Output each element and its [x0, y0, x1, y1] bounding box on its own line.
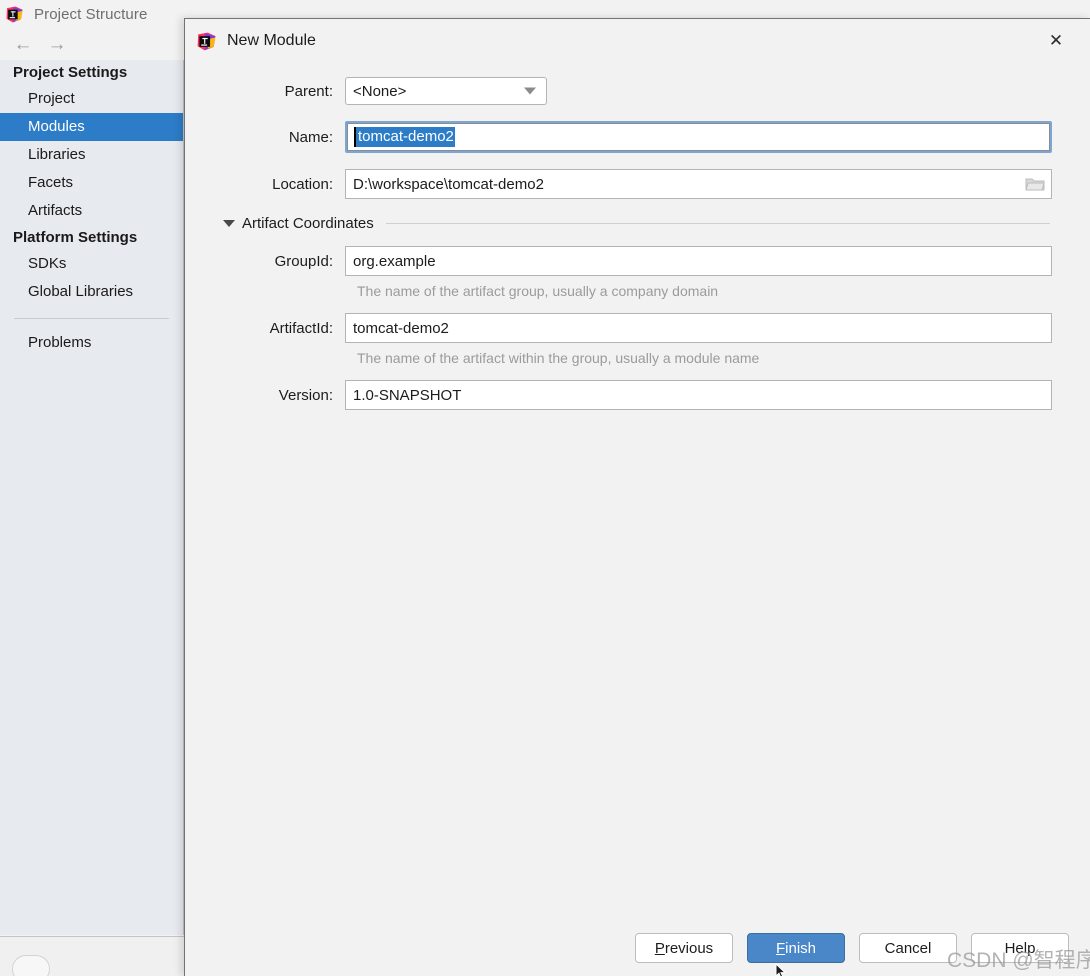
- sidebar-item-facets[interactable]: Facets: [0, 169, 183, 197]
- name-label: Name:: [214, 129, 345, 146]
- artifact-coordinates-title: Artifact Coordinates: [242, 215, 374, 232]
- name-input-focus-ring: tomcat-demo2: [345, 121, 1052, 153]
- sidebar-item-problems[interactable]: Problems: [0, 329, 183, 357]
- window-title: Project Structure: [34, 6, 147, 23]
- location-input-wrap: D:\workspace\tomcat-demo2: [345, 169, 1052, 199]
- parent-value: <None>: [346, 83, 406, 100]
- close-icon[interactable]: ✕: [1044, 29, 1068, 53]
- name-input-value: tomcat-demo2: [354, 127, 455, 147]
- artifact-coordinates-section-header[interactable]: Artifact Coordinates: [223, 215, 1052, 232]
- sidebar-group-project-settings: Project Settings: [0, 60, 183, 85]
- sidebar-group-platform-settings: Platform Settings: [0, 225, 183, 250]
- dialog-title: New Module: [227, 32, 316, 50]
- intellij-idea-icon: [197, 32, 216, 51]
- dialog-button-bar: Previous Finish Cancel Help: [185, 920, 1090, 976]
- version-label: Version:: [214, 387, 345, 404]
- sidebar-item-libraries[interactable]: Libraries: [0, 141, 183, 169]
- name-input[interactable]: tomcat-demo2: [347, 123, 1050, 151]
- location-row: Location: D:\workspace\tomcat-demo2: [214, 169, 1052, 199]
- project-structure-navbar: ← →: [0, 29, 184, 60]
- version-input[interactable]: 1.0-SNAPSHOT: [345, 380, 1052, 410]
- new-module-dialog: New Module ✕ Parent: <None> Name: tomcat…: [184, 18, 1090, 976]
- sidebar-item-project[interactable]: Project: [0, 85, 183, 113]
- screen: Project Structure ← → Project Settings P…: [0, 0, 1090, 976]
- chevron-down-icon[interactable]: [223, 220, 235, 227]
- finish-button[interactable]: Finish: [747, 933, 845, 963]
- artifactid-row: ArtifactId: tomcat-demo2: [214, 313, 1052, 343]
- dialog-body: Parent: <None> Name: tomcat-demo2 Locati…: [185, 63, 1090, 410]
- groupid-label: GroupId:: [214, 253, 345, 270]
- artifactid-input[interactable]: tomcat-demo2: [345, 313, 1052, 343]
- previous-button-mnemonic: P: [655, 940, 665, 957]
- artifactid-label: ArtifactId:: [214, 320, 345, 337]
- location-label: Location:: [214, 176, 345, 193]
- intellij-idea-icon: [6, 6, 23, 23]
- dialog-titlebar: New Module ✕: [185, 19, 1090, 63]
- sidebar-item-modules[interactable]: Modules: [0, 113, 183, 141]
- previous-button[interactable]: Previous: [635, 933, 733, 963]
- project-structure-sidebar: Project Settings Project Modules Librari…: [0, 60, 184, 935]
- parent-row: Parent: <None>: [214, 77, 1052, 105]
- project-structure-bottombar: [0, 936, 184, 976]
- back-icon[interactable]: ←: [6, 35, 40, 54]
- sidebar-item-artifacts[interactable]: Artifacts: [0, 197, 183, 225]
- parent-select[interactable]: <None>: [345, 77, 547, 105]
- location-input[interactable]: D:\workspace\tomcat-demo2: [345, 169, 1052, 199]
- finish-button-mnemonic: F: [776, 940, 785, 957]
- parent-label: Parent:: [214, 83, 345, 100]
- version-row: Version: 1.0-SNAPSHOT: [214, 380, 1052, 410]
- artifactid-hint: The name of the artifact within the grou…: [357, 350, 1052, 366]
- finish-button-label: inish: [785, 940, 816, 957]
- forward-icon[interactable]: →: [40, 35, 74, 54]
- chevron-down-icon: [524, 88, 536, 95]
- sidebar-divider: [14, 318, 169, 319]
- sidebar-footer-control[interactable]: [12, 955, 50, 976]
- groupid-hint: The name of the artifact group, usually …: [357, 283, 1052, 299]
- sidebar-item-global-libraries[interactable]: Global Libraries: [0, 278, 183, 306]
- groupid-row: GroupId: org.example: [214, 246, 1052, 276]
- groupid-input[interactable]: org.example: [345, 246, 1052, 276]
- previous-button-label: revious: [665, 940, 713, 957]
- help-button[interactable]: Help: [971, 933, 1069, 963]
- name-row: Name: tomcat-demo2: [214, 121, 1052, 153]
- sidebar-item-sdks[interactable]: SDKs: [0, 250, 183, 278]
- cancel-button[interactable]: Cancel: [859, 933, 957, 963]
- section-divider: [386, 223, 1050, 224]
- folder-icon[interactable]: [1024, 175, 1046, 193]
